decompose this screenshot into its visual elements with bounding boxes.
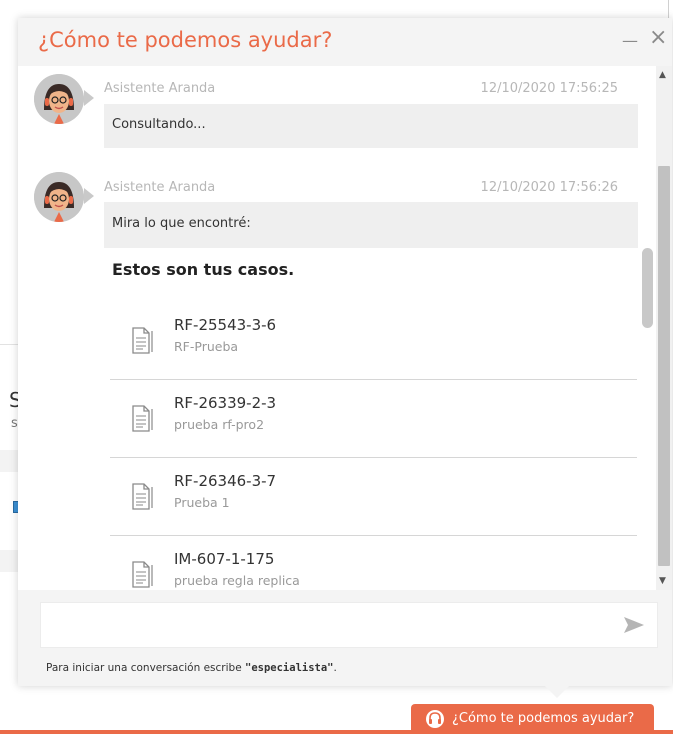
close-button[interactable]: ×: [649, 27, 667, 49]
avatar-pointer: [84, 90, 94, 106]
case-item[interactable]: RF-26346-3-7 Prueba 1: [110, 458, 637, 536]
assistant-avatar-icon: [34, 74, 84, 124]
scroll-up-icon[interactable]: ▲: [659, 70, 666, 80]
chat-scrollbar[interactable]: ▲ ▼: [656, 66, 672, 590]
avatar-pointer: [84, 188, 94, 204]
case-id: RF-26339-2-3: [174, 394, 277, 412]
document-icon: [132, 561, 153, 588]
send-arrow-icon[interactable]: [622, 615, 646, 635]
message-bubble: Consultando...: [104, 104, 638, 148]
chat-window: ¿Cómo te podemos ayudar? — × Asistente A…: [18, 18, 672, 686]
case-item[interactable]: RF-25543-3-6 RF-Prueba: [110, 302, 637, 380]
document-icon: [132, 405, 153, 432]
message-sender: Asistente Aranda: [104, 180, 216, 195]
case-id: RF-25543-3-6: [174, 316, 277, 334]
minimize-button[interactable]: —: [622, 30, 638, 52]
message-text: Mira lo que encontré:: [112, 216, 251, 231]
message-timestamp: 12/10/2020 17:56:26: [480, 180, 618, 195]
background-band: [0, 550, 20, 572]
message-bubble: Mira lo que encontré:: [104, 202, 638, 248]
case-description: Prueba 1: [174, 495, 230, 510]
message-timestamp: 12/10/2020 17:56:25: [480, 81, 618, 96]
case-description: prueba regla replica: [174, 573, 300, 588]
cases-title: Estos son tus casos.: [112, 260, 295, 279]
case-description: prueba rf-pro2: [174, 417, 265, 432]
scroll-down-icon[interactable]: ▼: [659, 576, 666, 586]
chat-title: ¿Cómo te podemos ayudar?: [38, 28, 333, 52]
launcher-label: ¿Cómo te podemos ayudar?: [452, 711, 635, 726]
content-scrollbar-thumb[interactable]: [642, 248, 653, 328]
scrollbar-thumb[interactable]: [658, 166, 670, 566]
page-accent-rule: [0, 730, 673, 734]
message-sender: Asistente Aranda: [104, 81, 216, 96]
message-text: Consultando...: [112, 117, 206, 132]
background-band: [0, 450, 20, 472]
composer: Para iniciar una conversación escribe "e…: [18, 590, 672, 686]
document-icon: [132, 483, 153, 510]
case-item[interactable]: RF-26339-2-3 prueba rf-pro2: [110, 380, 637, 458]
message-list: Asistente Aranda 12/10/2020 17:56:25 Con…: [18, 66, 656, 590]
headset-icon: [426, 710, 444, 728]
assistant-avatar-icon: [34, 172, 84, 222]
case-id: RF-26346-3-7: [174, 472, 277, 490]
case-description: RF-Prueba: [174, 339, 239, 354]
hint-keyword: "especialista": [245, 662, 334, 674]
chat-window-pointer: [545, 686, 569, 698]
document-icon: [132, 327, 153, 354]
message-input[interactable]: [40, 602, 658, 648]
background-divider: [0, 344, 20, 345]
case-id: IM-607-1-175: [174, 550, 275, 568]
background-text-fragment: s: [11, 416, 18, 431]
hint-text: Para iniciar una conversación escribe "e…: [46, 662, 337, 674]
case-item[interactable]: IM-607-1-175 prueba regla replica: [110, 536, 637, 590]
chat-header: ¿Cómo te podemos ayudar? — ×: [18, 18, 672, 66]
